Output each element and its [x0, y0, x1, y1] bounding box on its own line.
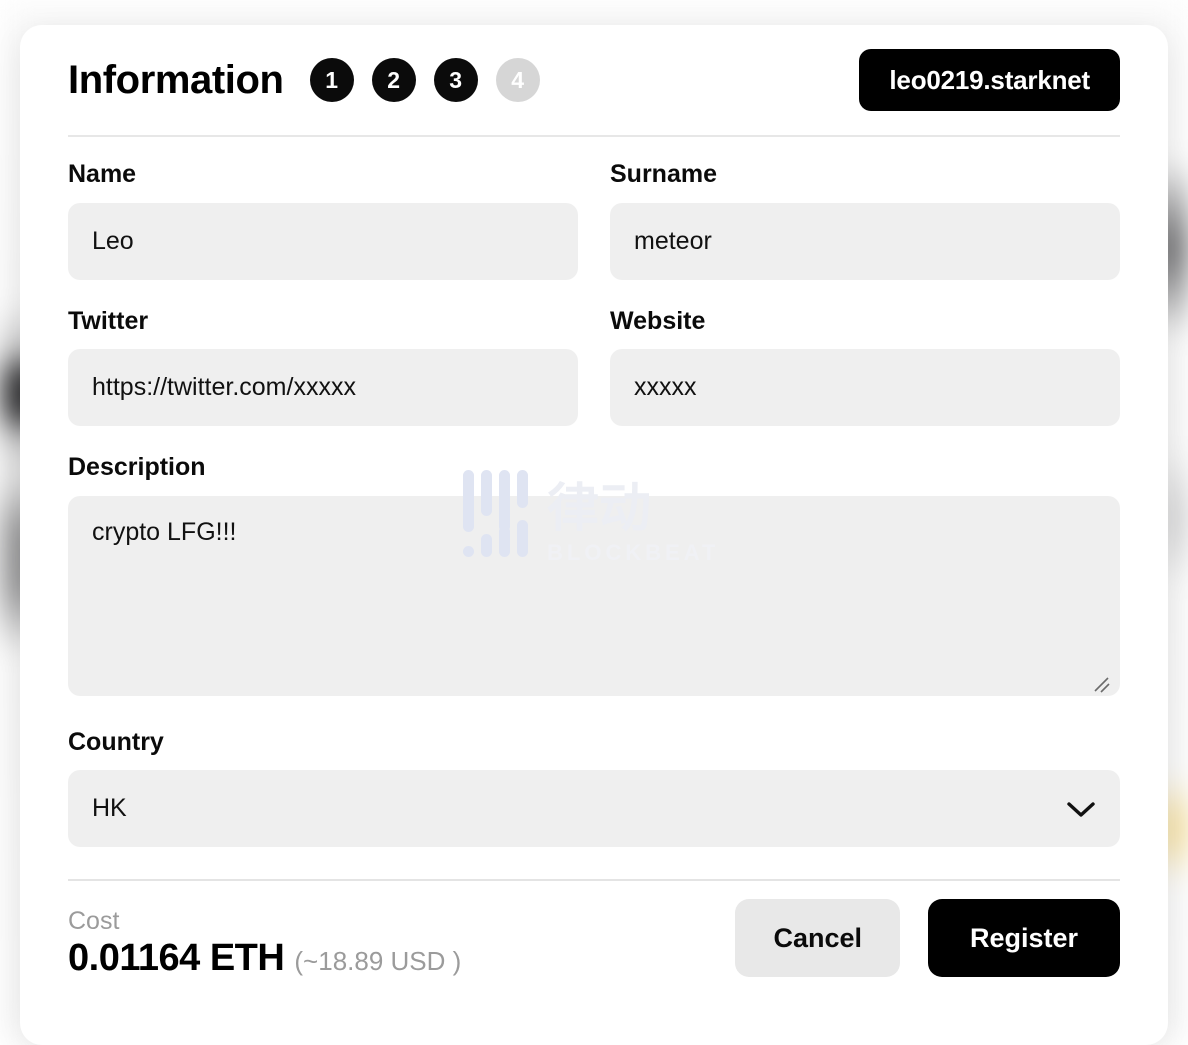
cost-usd-value: (~18.89 USD ) — [294, 946, 461, 976]
header-left-group: Information 1 2 3 4 — [68, 58, 540, 102]
header-divider — [68, 135, 1120, 137]
domain-name-badge: leo0219.starknet — [859, 49, 1120, 111]
website-input[interactable] — [610, 349, 1120, 426]
surname-label: Surname — [610, 161, 1120, 189]
country-label: Country — [68, 729, 1120, 757]
step-indicator: 1 2 3 4 — [310, 58, 540, 102]
step-4[interactable]: 4 — [496, 58, 540, 102]
modal-footer: Cost 0.01164 ETH (~18.89 USD ) Cancel Re… — [20, 881, 1168, 981]
step-2[interactable]: 2 — [372, 58, 416, 102]
chevron-down-icon — [1066, 800, 1096, 818]
register-button[interactable]: Register — [928, 899, 1120, 977]
cost-label: Cost — [68, 906, 461, 937]
cost-amount: 0.01164 ETH (~18.89 USD ) — [68, 937, 461, 981]
country-selected-value: HK — [92, 794, 127, 823]
cost-eth-value: 0.01164 ETH — [68, 937, 284, 979]
description-label: Description — [68, 454, 1120, 482]
information-modal: Information 1 2 3 4 leo0219.starknet — [20, 25, 1168, 1045]
twitter-input[interactable] — [68, 349, 578, 426]
website-label: Website — [610, 308, 1120, 336]
twitter-website-row: Twitter Website — [68, 308, 1120, 427]
name-input[interactable] — [68, 203, 578, 280]
modal-header: Information 1 2 3 4 leo0219.starknet — [68, 25, 1120, 135]
name-field-group: Name — [68, 161, 578, 280]
cancel-button[interactable]: Cancel — [735, 899, 900, 977]
twitter-label: Twitter — [68, 308, 578, 336]
form-body: Name Surname Twitter Website Description — [20, 161, 1168, 847]
twitter-field-group: Twitter — [68, 308, 578, 427]
step-3[interactable]: 3 — [434, 58, 478, 102]
country-select[interactable]: HK — [68, 770, 1120, 847]
website-field-group: Website — [610, 308, 1120, 427]
footer-buttons: Cancel Register — [735, 899, 1120, 981]
cost-block: Cost 0.01164 ETH (~18.89 USD ) — [68, 906, 461, 981]
name-surname-row: Name Surname — [68, 161, 1120, 280]
country-field-group: Country HK — [68, 729, 1120, 848]
page-title: Information — [68, 60, 284, 100]
modal-header-area: Information 1 2 3 4 leo0219.starknet — [20, 25, 1168, 135]
surname-field-group: Surname — [610, 161, 1120, 280]
step-1[interactable]: 1 — [310, 58, 354, 102]
description-field-group: Description — [68, 454, 1120, 701]
name-label: Name — [68, 161, 578, 189]
surname-input[interactable] — [610, 203, 1120, 280]
description-textarea[interactable] — [68, 496, 1120, 696]
